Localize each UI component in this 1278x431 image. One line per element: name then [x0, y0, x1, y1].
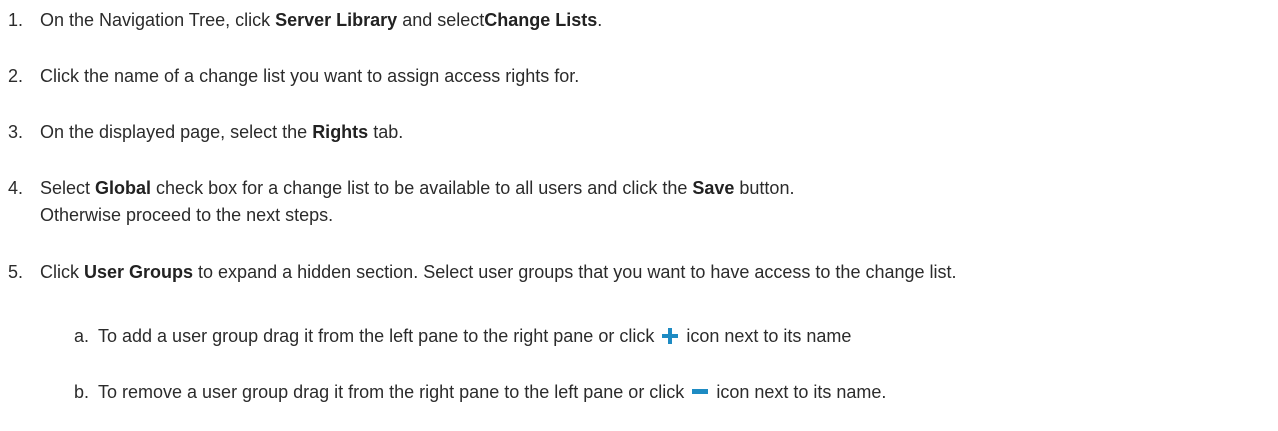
substep-letter: a.: [74, 326, 90, 346]
step-4-continuation: Otherwise proceed to the next steps.: [40, 205, 334, 225]
step-number: 1.: [8, 10, 24, 30]
step-4: 4. Select Global check box for a change l…: [8, 175, 794, 201]
user-groups-label: User Groups: [84, 262, 194, 282]
step-text: On the Navigation Tree, click: [40, 10, 276, 30]
substep-text: icon next to its name: [681, 326, 852, 346]
step-5: 5. Click User Groups to expand a hidden s…: [8, 259, 957, 285]
step-text: tab.: [368, 122, 404, 142]
step-text: .: [597, 10, 603, 30]
step-text: On the displayed page, select the: [40, 122, 313, 142]
plus-icon: [661, 326, 679, 352]
step-text: Click: [40, 262, 84, 282]
substep-text: icon next to its name.: [711, 382, 887, 402]
step-number: 5.: [8, 262, 24, 282]
step-3: 3. On the displayed page, select the Righ…: [8, 119, 403, 145]
substep-text: To remove a user group drag it from the …: [98, 382, 690, 402]
step-text: Select: [40, 178, 96, 198]
rights-tab-label: Rights: [312, 122, 369, 142]
step-number: 2.: [8, 66, 24, 86]
instructions-document: 1. On the Navigation Tree, click Server L…: [0, 0, 1278, 431]
step-text: check box for a change list to be availa…: [151, 178, 693, 198]
step-2: 2. Click the name of a change list you wa…: [8, 63, 579, 89]
server-library-label: Server Library: [275, 10, 398, 30]
minus-icon: [691, 382, 709, 408]
step-text: button.: [734, 178, 795, 198]
substep-a: a. To add a user group drag it from the l…: [74, 323, 851, 352]
substep-b: b. To remove a user group drag it from th…: [74, 379, 886, 408]
change-lists-label: Change Lists: [484, 10, 598, 30]
step-text: to expand a hidden section. Select user …: [193, 262, 957, 282]
save-button-label: Save: [692, 178, 735, 198]
step-number: 3.: [8, 122, 24, 142]
step-text: and select: [397, 10, 485, 30]
substep-letter: b.: [74, 382, 90, 402]
step-text: Click the name of a change list you want…: [40, 66, 580, 86]
global-checkbox-label: Global: [95, 178, 152, 198]
substep-text: To add a user group drag it from the lef…: [98, 326, 660, 346]
step-1: 1. On the Navigation Tree, click Server L…: [8, 7, 602, 33]
step-number: 4.: [8, 178, 24, 198]
